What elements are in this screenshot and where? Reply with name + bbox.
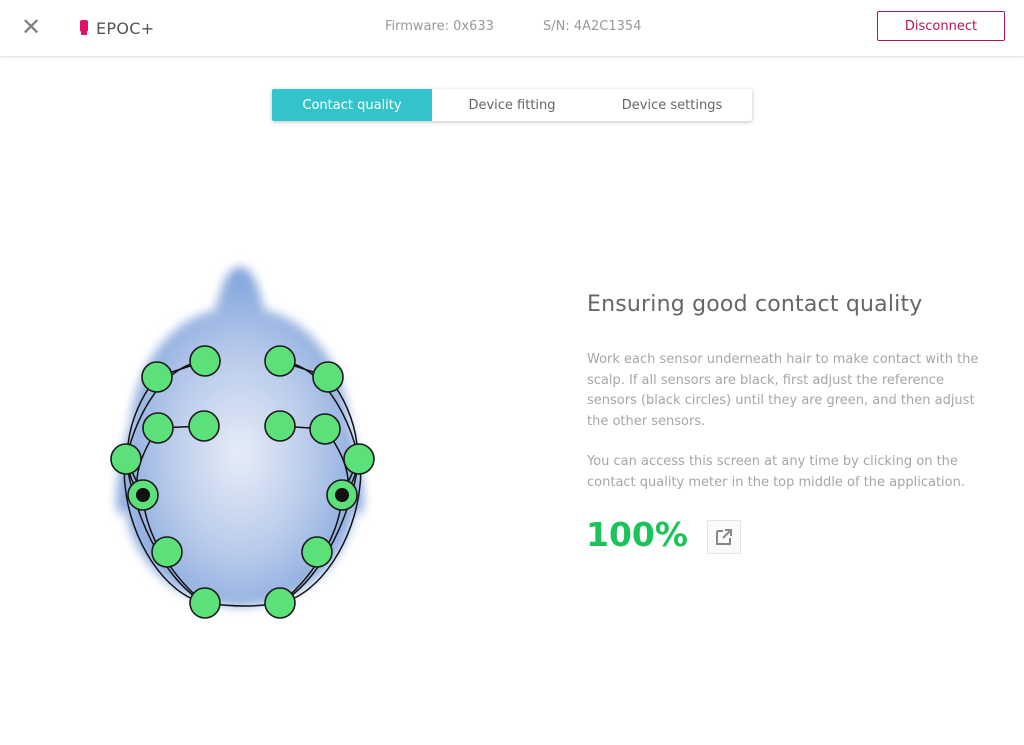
tab-contact-quality[interactable]: Contact quality: [272, 89, 432, 121]
sensor-f3: [142, 412, 174, 444]
info-paragraph-2: You can access this screen at any time b…: [587, 454, 965, 490]
reference-dot-right: [335, 488, 349, 502]
contact-quality-percent: 100%: [586, 515, 688, 554]
firmware-label: Firmware: 0x633: [385, 19, 494, 34]
sensor-o1: [189, 587, 221, 619]
sensor-p7: [151, 536, 183, 568]
sensor-o2: [264, 587, 296, 619]
device-brand: EPOC+: [78, 16, 154, 40]
sensor-t7: [110, 443, 142, 475]
external-link-icon[interactable]: [707, 520, 741, 554]
info-paragraph-1: Work each sensor underneath hair to make…: [587, 352, 979, 429]
reference-dot-left: [136, 488, 150, 502]
serial-number-label: S/N: 4A2C1354: [543, 19, 642, 34]
sensor-af4: [264, 345, 296, 377]
head-diagram: [110, 267, 375, 619]
sensor-fc6: [264, 410, 296, 442]
sensor-f7: [141, 361, 173, 393]
tab-bar: Contact quality Device fitting Device se…: [272, 89, 752, 121]
sensor-af3: [189, 345, 221, 377]
headset-device-icon: [78, 19, 90, 37]
sensor-p8: [301, 536, 333, 568]
close-icon[interactable]: ✕: [18, 14, 44, 40]
sensor-f8: [312, 361, 344, 393]
sensor-f4: [309, 413, 341, 445]
info-title: Ensuring good contact quality: [587, 292, 923, 317]
sensor-t8: [343, 443, 375, 475]
disconnect-button[interactable]: Disconnect: [877, 11, 1005, 41]
tab-device-settings[interactable]: Device settings: [592, 89, 752, 121]
top-bar: ✕ EPOC+ Firmware: 0x633 S/N: 4A2C1354 Di…: [0, 0, 1024, 57]
app-name: EPOC+: [96, 18, 155, 38]
sensor-fc5: [188, 410, 220, 442]
tab-device-fitting[interactable]: Device fitting: [432, 89, 592, 121]
sensor-head-map: [95, 255, 385, 625]
